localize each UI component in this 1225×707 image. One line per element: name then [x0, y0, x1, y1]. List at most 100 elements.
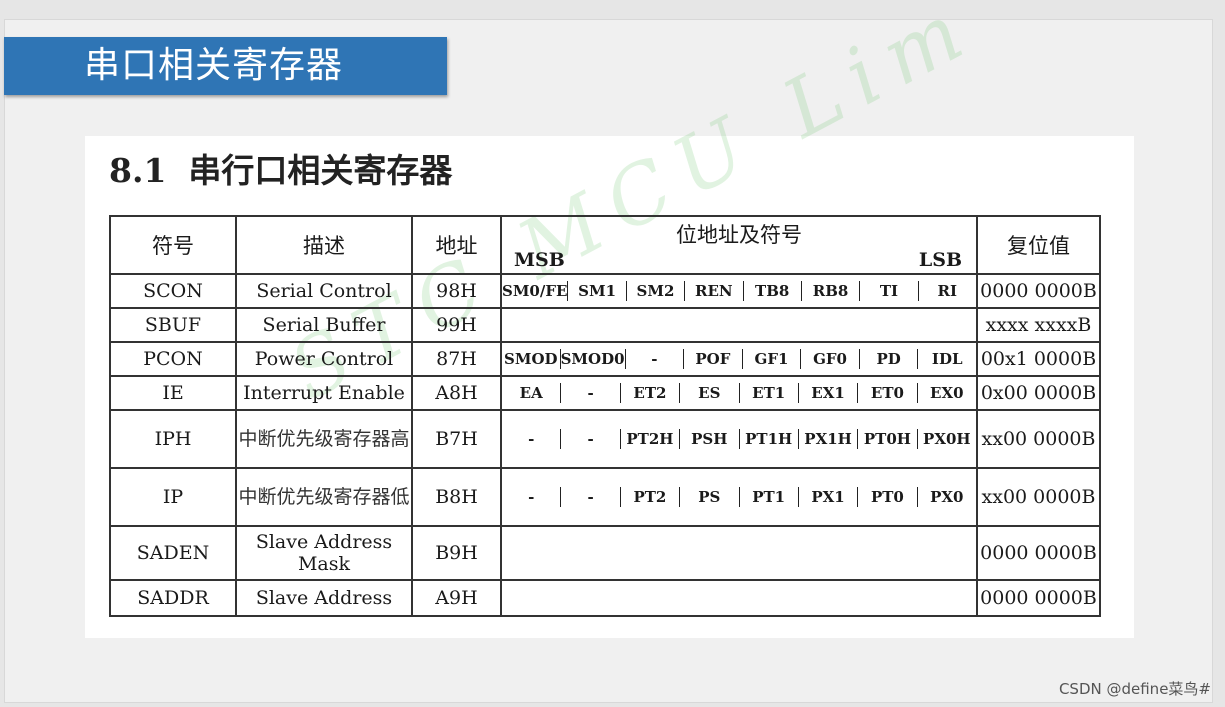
bit-symbol: PD	[860, 349, 919, 369]
bit-symbol: PT1H	[740, 429, 799, 449]
header-addr: 地址	[411, 215, 502, 275]
table-row: SBUF Serial Buffer 99H xxxx xxxxB	[109, 307, 1101, 343]
bit-symbol: IDL	[931, 350, 963, 368]
cell-addr: A9H	[411, 579, 502, 617]
cell-desc: Slave Address Mask	[235, 525, 413, 581]
bit-symbol: ET2	[621, 383, 681, 403]
bit-symbol: POF	[684, 349, 743, 369]
bit-symbol: EX1	[799, 383, 859, 403]
register-table: 符号 描述 地址 位地址及符号 MSB LSB 复位值 SCON Serial C…	[109, 215, 1101, 617]
bit-symbol: PSH	[680, 429, 740, 449]
section-title: 串行口相关寄存器	[188, 151, 453, 190]
cell-symbol: SADDR	[109, 579, 237, 617]
bit-symbol: RB8	[802, 281, 861, 301]
bit-symbol: PT0	[858, 487, 918, 507]
cell-reset: 0000 0000B	[976, 579, 1101, 617]
bit-symbol: GF0	[801, 349, 860, 369]
bit-symbol: -	[561, 383, 621, 403]
cell-symbol: SBUF	[109, 307, 237, 343]
cell-desc: Power Control	[235, 341, 413, 377]
cell-desc: 中断优先级寄存器高	[235, 409, 413, 469]
cell-symbol: IE	[109, 375, 237, 411]
table-row: SADEN Slave Address Mask B9H 0000 0000B	[109, 525, 1101, 581]
header-lsb: LSB	[918, 249, 962, 271]
bit-symbol: PT2	[621, 487, 681, 507]
cell-bits	[500, 307, 978, 343]
cell-symbol: IP	[109, 467, 237, 527]
header-symbol: 符号	[109, 215, 237, 275]
bit-symbol: EA	[502, 383, 562, 403]
bit-symbol: -	[561, 429, 621, 449]
footer-credit: CSDN @define菜鸟#	[1058, 680, 1211, 698]
header-reset: 复位值	[976, 215, 1101, 275]
cell-bits: SM0/FE SM1 SM2 REN TB8 RB8 TI RI	[500, 273, 978, 309]
bit-symbol: PX0	[930, 488, 964, 506]
table-header-row: 符号 描述 地址 位地址及符号 MSB LSB 复位值	[109, 215, 1101, 275]
table-row: PCON Power Control 87H SMOD SMOD0- POF GF1 GF0 P…	[109, 341, 1101, 377]
cell-addr: B7H	[411, 409, 502, 469]
document-image: STC MCU Lim 8.1 串行口相关寄存器 符号 描述 地址 位地址及符号 …	[85, 0, 1134, 638]
cell-desc: Slave Address	[235, 579, 413, 617]
cell-desc: Serial Buffer	[235, 307, 413, 343]
table-row: SCON Serial Control 98H SM0/FE SM1 SM2 REN TB8 R…	[109, 273, 1101, 309]
bit-symbol: PX0H	[923, 430, 971, 448]
cell-reset: 0000 0000B	[976, 525, 1101, 581]
bit-symbol: SM2	[627, 281, 686, 301]
bit-symbol: ET1	[740, 383, 799, 403]
bit-symbol: -	[561, 487, 621, 507]
bit-symbol: ES	[680, 383, 740, 403]
table-row: IP 中断优先级寄存器低 B8H - - PT2 PS PT1 PX1 PT0 PX0 xx00 00…	[109, 467, 1101, 527]
bit-symbol: PT2H	[621, 429, 681, 449]
cell-reset: xxxx xxxxB	[976, 307, 1101, 343]
bit-symbol: -	[502, 487, 562, 507]
bit-list: SMOD SMOD0- POF GF1 GF0 PD IDL	[502, 349, 976, 369]
cell-reset: 0000 0000B	[976, 273, 1101, 309]
bit-symbol: SM0/FE	[502, 281, 569, 301]
cell-reset: xx00 0000B	[976, 467, 1101, 527]
bit-symbol: SMOD	[502, 349, 561, 369]
cell-desc: 中断优先级寄存器低	[235, 467, 413, 527]
bit-symbol: -	[502, 429, 562, 449]
cell-addr: B8H	[411, 467, 502, 527]
bit-symbol: TI	[860, 281, 919, 301]
bit-symbol: -	[626, 349, 685, 369]
cell-reset: xx00 0000B	[976, 409, 1101, 469]
bit-symbol: SMOD0	[560, 349, 626, 369]
slide-title-banner: 串口相关寄存器	[4, 37, 447, 95]
bit-symbol: PT1	[740, 487, 799, 507]
cell-symbol: IPH	[109, 409, 237, 469]
bit-list: - - PT2 PS PT1 PX1 PT0 PX0	[502, 487, 976, 507]
cell-addr: 98H	[411, 273, 502, 309]
bit-symbol: PS	[680, 487, 740, 507]
cell-bits: - - PT2H PSH PT1H PX1H PT0H PX0H	[500, 409, 978, 469]
bit-list: SM0/FE SM1 SM2 REN TB8 RB8 TI RI	[502, 281, 976, 301]
cell-reset: 0x00 0000B	[976, 375, 1101, 411]
table-row: IE Interrupt Enable A8H EA - ET2 ES ET1 EX1 ET0 EX…	[109, 375, 1101, 411]
cell-bits	[500, 579, 978, 617]
cell-bits: - - PT2 PS PT1 PX1 PT0 PX0	[500, 467, 978, 527]
cell-addr: B9H	[411, 525, 502, 581]
cell-reset: 00x1 0000B	[976, 341, 1101, 377]
bit-symbol: EX0	[930, 384, 964, 402]
cell-addr: 87H	[411, 341, 502, 377]
bit-symbol: RI	[937, 282, 958, 300]
bit-list: - - PT2H PSH PT1H PX1H PT0H PX0H	[502, 429, 976, 449]
cell-desc: Interrupt Enable	[235, 375, 413, 411]
cell-addr: 99H	[411, 307, 502, 343]
table-row: IPH 中断优先级寄存器高 B7H - - PT2H PSH PT1H PX1H PT0H PX0H…	[109, 409, 1101, 469]
bit-symbol: REN	[685, 281, 744, 301]
bit-symbol: PX1	[799, 487, 859, 507]
header-desc: 描述	[235, 215, 413, 275]
bit-symbol: TB8	[744, 281, 802, 301]
cell-bits	[500, 525, 978, 581]
cell-bits: EA - ET2 ES ET1 EX1 ET0 EX0	[500, 375, 978, 411]
header-bits-title: 位地址及符号	[676, 223, 802, 247]
cell-addr: A8H	[411, 375, 502, 411]
section-heading: 8.1 串行口相关寄存器	[109, 144, 452, 192]
bit-symbol: PT0H	[858, 429, 918, 449]
bit-symbol: PX1H	[799, 429, 859, 449]
cell-symbol: SADEN	[109, 525, 237, 581]
bit-symbol: SM1	[568, 281, 627, 301]
bit-symbol: GF1	[743, 349, 802, 369]
table-row: SADDR Slave Address A9H 0000 0000B	[109, 579, 1101, 617]
